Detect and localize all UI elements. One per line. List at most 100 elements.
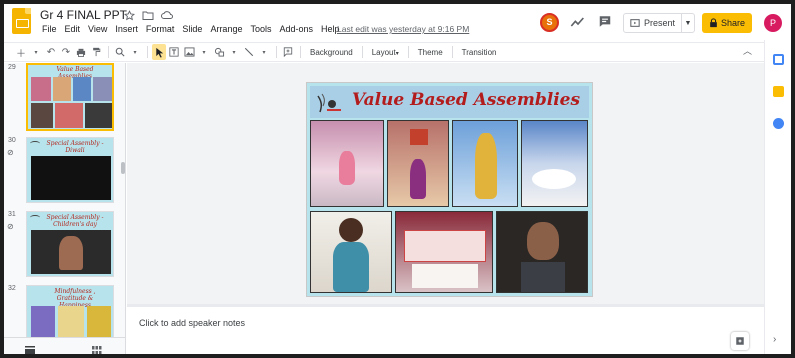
filmstrip-view-bar <box>4 337 126 354</box>
comments-icon[interactable] <box>598 15 614 29</box>
insert-image-icon[interactable] <box>182 44 196 60</box>
photo-figure <box>410 129 428 145</box>
present-dropdown-icon[interactable]: ▼ <box>682 20 694 27</box>
slide-title-bar: Value Based Assemblies <box>310 86 589 118</box>
star-icon[interactable] <box>122 8 136 22</box>
toolbar: ＋ ▾ ↶ ↷ ▾ ▾ ▾ ▾ Background Layout▾ Theme… <box>4 42 764 62</box>
slide-thumbnail-31[interactable]: Special Assembly - Children's day <box>26 211 114 277</box>
photo-figure <box>412 264 478 288</box>
cloud-status-icon[interactable] <box>160 8 174 22</box>
current-slide[interactable]: Value Based Assemblies <box>307 83 592 296</box>
assembly-photo <box>521 120 588 207</box>
present-label: Present <box>644 18 676 28</box>
menu-insert[interactable]: Insert <box>111 24 142 34</box>
photo-figure <box>410 159 426 199</box>
thumb-photo <box>58 306 84 340</box>
account-avatar[interactable]: P <box>764 14 782 32</box>
theme-button[interactable]: Theme <box>418 48 443 57</box>
photo-figure <box>404 230 486 262</box>
line-icon[interactable] <box>242 44 256 60</box>
move-to-folder-icon[interactable] <box>141 8 155 22</box>
thumb-title: Special Assembly - Diwali <box>46 140 104 154</box>
menu-file[interactable]: File <box>38 24 61 34</box>
thumb-photo <box>53 77 71 101</box>
share-label: Share <box>720 18 746 28</box>
speaker-notes-placeholder[interactable]: Click to add speaker notes <box>139 318 245 328</box>
menu-tools[interactable]: Tools <box>246 24 275 34</box>
photo-figure <box>527 222 559 260</box>
present-main[interactable]: Present <box>624 14 683 32</box>
slide-thumbnail-30[interactable]: Special Assembly - Diwali <box>26 137 114 203</box>
image-dropdown-icon[interactable]: ▾ <box>197 44 211 60</box>
thumb-video <box>31 156 111 200</box>
slides-logo[interactable] <box>12 8 31 34</box>
transition-button[interactable]: Transition <box>462 48 497 57</box>
tasks-icon[interactable] <box>773 118 784 129</box>
photo-figure <box>339 218 363 242</box>
photo-figure <box>333 242 369 292</box>
thumb-photo <box>93 77 112 101</box>
zoom-icon[interactable] <box>113 44 127 60</box>
keep-icon[interactable] <box>773 86 784 97</box>
layout-label: Layout <box>371 47 396 57</box>
collapse-menus-icon[interactable]: ︿ <box>743 44 752 57</box>
layout-dropdown-icon: ▾ <box>395 50 399 57</box>
present-icon <box>630 19 640 27</box>
calendar-icon[interactable] <box>773 54 784 65</box>
shape-dropdown-icon[interactable]: ▾ <box>227 44 241 60</box>
title-icons <box>122 8 174 22</box>
thumb-photo <box>73 77 91 101</box>
slide-number: 31 <box>8 211 16 218</box>
assembly-photo <box>395 211 493 293</box>
redo-icon[interactable]: ↷ <box>59 44 73 60</box>
thumb-title: Special Assembly - Children's day <box>46 214 104 228</box>
new-slide-icon[interactable]: ＋ <box>14 44 28 60</box>
undo-icon[interactable]: ↶ <box>44 44 58 60</box>
filmstrip-resize-handle[interactable] <box>121 162 125 174</box>
show-side-panel-icon[interactable]: › <box>773 334 776 345</box>
select-tool-icon[interactable] <box>152 44 166 60</box>
menu-view[interactable]: View <box>84 24 111 34</box>
menu-format[interactable]: Format <box>142 24 179 34</box>
lock-icon <box>710 18 717 28</box>
slide-thumbnail-29[interactable]: Value Based Assemblies <box>26 63 114 131</box>
logo-corner <box>25 8 31 14</box>
line-dropdown-icon[interactable]: ▾ <box>257 44 271 60</box>
grid-view-icon[interactable] <box>92 342 102 354</box>
speaker-notes[interactable]: Click to add speaker notes <box>127 307 764 354</box>
thumb-photo <box>85 103 112 128</box>
last-edit-link[interactable]: Last edit was yesterday at 9:16 PM <box>337 24 469 34</box>
collaborator-avatar[interactable]: S <box>540 13 559 32</box>
shape-icon[interactable] <box>212 44 226 60</box>
print-icon[interactable] <box>74 44 88 60</box>
photo-figure <box>521 262 565 292</box>
toolbar-divider <box>300 46 301 58</box>
slide-title[interactable]: Value Based Assemblies <box>346 90 586 110</box>
activity-dashboard-icon[interactable] <box>570 15 586 29</box>
background-button[interactable]: Background <box>310 48 353 57</box>
thumb-photo <box>87 306 111 340</box>
doc-title[interactable]: Gr 4 FINAL PPT <box>40 8 127 22</box>
present-button[interactable]: Present ▼ <box>623 13 695 33</box>
share-button[interactable]: Share <box>702 13 752 33</box>
linked-slide-icon: ⊘ <box>7 148 14 157</box>
new-slide-dropdown-icon[interactable]: ▾ <box>29 44 43 60</box>
menu-arrange[interactable]: Arrange <box>206 24 246 34</box>
layout-button[interactable]: Layout▾ <box>372 48 399 57</box>
explore-icon[interactable] <box>731 332 749 350</box>
slide-number: 30 <box>8 137 16 144</box>
paint-format-icon[interactable] <box>89 44 103 60</box>
zoom-dropdown-icon[interactable]: ▾ <box>128 44 142 60</box>
text-box-icon[interactable] <box>167 44 181 60</box>
photo-figure <box>339 151 355 185</box>
assembly-photo <box>387 120 449 207</box>
filmstrip-view-icon[interactable] <box>25 342 35 354</box>
slide-number: 29 <box>8 64 16 71</box>
menu-edit[interactable]: Edit <box>61 24 85 34</box>
toolbar-divider <box>451 46 453 58</box>
assembly-photo <box>310 120 384 207</box>
add-comment-icon[interactable] <box>281 44 295 60</box>
menu-addons[interactable]: Add-ons <box>275 24 317 34</box>
toolbar-divider <box>361 46 363 58</box>
menu-slide[interactable]: Slide <box>178 24 206 34</box>
